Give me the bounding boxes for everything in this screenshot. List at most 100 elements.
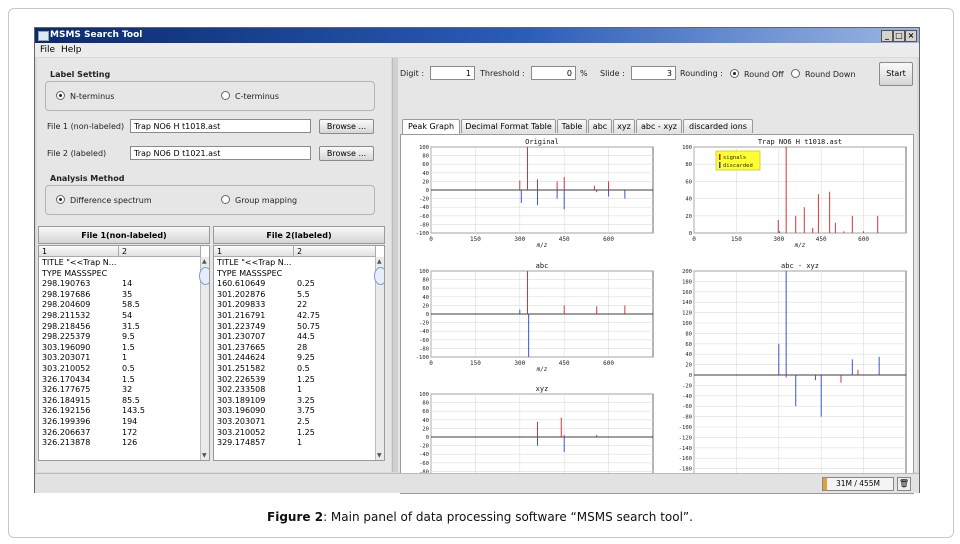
table-row[interactable]: 326.184915 85.5	[39, 396, 199, 406]
menu-file[interactable]: File	[40, 45, 55, 55]
table-row[interactable]: 160.610649 0.25	[214, 279, 374, 289]
file2-label: File 2 (labeled)	[47, 149, 107, 158]
table-row[interactable]: 329.174857 1	[214, 438, 374, 448]
table2-col2-header[interactable]: 2	[294, 246, 376, 257]
table-row[interactable]: 302.226539 1.25	[214, 375, 374, 385]
table-cell: TYPE MASSSPEC	[217, 268, 283, 278]
file1-field[interactable]: Trap NO6 H t1018.ast	[130, 119, 311, 133]
tab-decimal-format-table[interactable]: Decimal Format Table	[461, 119, 556, 133]
start-button[interactable]: Start	[879, 62, 913, 86]
table-row[interactable]: TYPE MASSSPEC	[214, 269, 374, 279]
y-tick-label: -60	[419, 338, 429, 344]
y-tick-label: 100	[419, 269, 429, 275]
y-tick-label: 100	[419, 392, 429, 398]
table-row[interactable]: 301.237665 28	[214, 343, 374, 353]
table-row[interactable]: 301.216791 42.75	[214, 311, 374, 321]
table-row[interactable]: 326.177675 32	[39, 385, 199, 395]
x-tick-label: 300	[514, 236, 525, 243]
title-bar[interactable]: MSMS Search Tool _ □ ×	[35, 28, 919, 43]
table-row[interactable]: 326.213878 126	[39, 438, 199, 448]
table-row[interactable]: 326.206637 172	[39, 428, 199, 438]
table1-col1-header[interactable]: 1	[39, 246, 119, 257]
table-cell: 1	[297, 438, 303, 448]
table1-col2-header[interactable]: 2	[119, 246, 201, 257]
tab-xyz[interactable]: xyz	[613, 119, 635, 133]
scroll-thumb[interactable]	[199, 267, 209, 285]
table2-header[interactable]: File 2(labeled)	[213, 226, 385, 244]
table2-col1-header[interactable]: 1	[214, 246, 294, 257]
table1-scrollbar[interactable]: ▲ ▼	[199, 257, 209, 460]
table-row[interactable]: 301.223749 50.75	[214, 322, 374, 332]
table-row[interactable]: 301.244624 9.25	[214, 353, 374, 363]
table-row[interactable]: 298.225379 9.5	[39, 332, 199, 342]
table-row[interactable]: TITLE "<<Trap N...	[214, 258, 374, 268]
scroll-down-icon[interactable]: ▼	[377, 452, 382, 459]
table-row[interactable]: 303.203071 1	[39, 353, 199, 363]
table-cell: 172	[122, 427, 138, 437]
table-row[interactable]: 303.210052 0.5	[39, 364, 199, 374]
tab-abc[interactable]: abc	[588, 119, 612, 133]
radio-c-terminus[interactable]: C-terminus	[221, 91, 279, 101]
file1-browse-button[interactable]: Browse ...	[319, 119, 374, 134]
table2-scrollbar[interactable]: ▲ ▼	[374, 257, 384, 460]
table-row[interactable]: 326.199396 194	[39, 417, 199, 427]
radio-group-mapping[interactable]: Group mapping	[221, 195, 297, 205]
table-row[interactable]: 301.209833 22	[214, 300, 374, 310]
table-row[interactable]: TITLE "<<Trap N...	[39, 258, 199, 268]
tab-table[interactable]: Table	[557, 119, 587, 133]
y-tick-label: 0	[689, 231, 692, 237]
table-row[interactable]: 298.218456 31.5	[39, 322, 199, 332]
y-tick-label: -20	[682, 383, 692, 389]
table-row[interactable]: TYPE MASSSPEC	[39, 269, 199, 279]
table-row[interactable]: 298.211532 54	[39, 311, 199, 321]
radio-round-off[interactable]: Round Off	[730, 69, 784, 79]
trash-icon[interactable]: 🗑	[897, 477, 911, 491]
x-tick-label: 450	[816, 236, 827, 243]
table-row[interactable]: 326.170434 1.5	[39, 375, 199, 385]
table-row[interactable]: 303.189109 3.25	[214, 396, 374, 406]
radio-round-down[interactable]: Round Down	[791, 69, 856, 79]
table-cell: 326.192156	[42, 406, 91, 416]
table-cell: 143.5	[122, 406, 145, 416]
scroll-up-icon[interactable]: ▲	[377, 258, 382, 265]
table-row[interactable]: 301.251582 0.5	[214, 364, 374, 374]
y-tick-label: -120	[679, 435, 692, 441]
y-tick-label: -40	[682, 394, 692, 400]
table-row[interactable]: 301.202876 5.5	[214, 290, 374, 300]
threshold-field[interactable]: 0	[531, 66, 576, 80]
table-cell: 35	[122, 289, 133, 299]
table-row[interactable]: 303.210052 1.25	[214, 428, 374, 438]
table1-header[interactable]: File 1(non-labeled)	[38, 226, 210, 244]
radio-n-terminus[interactable]: N-terminus	[56, 91, 114, 101]
minimize-button[interactable]: _	[881, 30, 893, 42]
table-row[interactable]: 303.196090 3.75	[214, 406, 374, 416]
digit-field[interactable]: 1	[430, 66, 475, 80]
table-cell: 298.190763	[42, 279, 91, 289]
scroll-down-icon[interactable]: ▼	[202, 452, 207, 459]
table-row[interactable]: 303.196090 1.5	[39, 343, 199, 353]
y-tick-label: 80	[685, 331, 692, 337]
slide-field[interactable]: 3	[631, 66, 676, 80]
tab-peak-graph[interactable]: Peak Graph	[402, 119, 460, 134]
table-cell: 301.223749	[217, 321, 266, 331]
table-row[interactable]: 298.190763 14	[39, 279, 199, 289]
memory-indicator[interactable]: 31M / 455M	[822, 477, 894, 491]
table-row[interactable]: 298.197686 35	[39, 290, 199, 300]
table-row[interactable]: 326.192156 143.5	[39, 406, 199, 416]
table-row[interactable]: 303.203071 2.5	[214, 417, 374, 427]
radio-difference-spectrum[interactable]: Difference spectrum	[56, 195, 152, 205]
maximize-button[interactable]: □	[893, 30, 905, 42]
table-row[interactable]: 301.230707 44.5	[214, 332, 374, 342]
y-tick-label: 20	[685, 363, 692, 369]
menu-help[interactable]: Help	[61, 45, 82, 55]
tab-discarded-ions[interactable]: discarded ions	[683, 119, 753, 133]
file2-browse-button[interactable]: Browse ...	[319, 146, 374, 161]
scroll-thumb[interactable]	[374, 267, 384, 285]
file2-field[interactable]: Trap NO6 D t1021.ast	[130, 146, 311, 160]
table-row[interactable]: 302.233508 1	[214, 385, 374, 395]
table-row[interactable]: 298.204609 58.5	[39, 300, 199, 310]
scroll-up-icon[interactable]: ▲	[202, 258, 207, 265]
radio-n-terminus-label: N-terminus	[70, 92, 115, 101]
tab-abc-xyz[interactable]: abc - xyz	[636, 119, 682, 133]
close-button[interactable]: ×	[905, 30, 917, 42]
